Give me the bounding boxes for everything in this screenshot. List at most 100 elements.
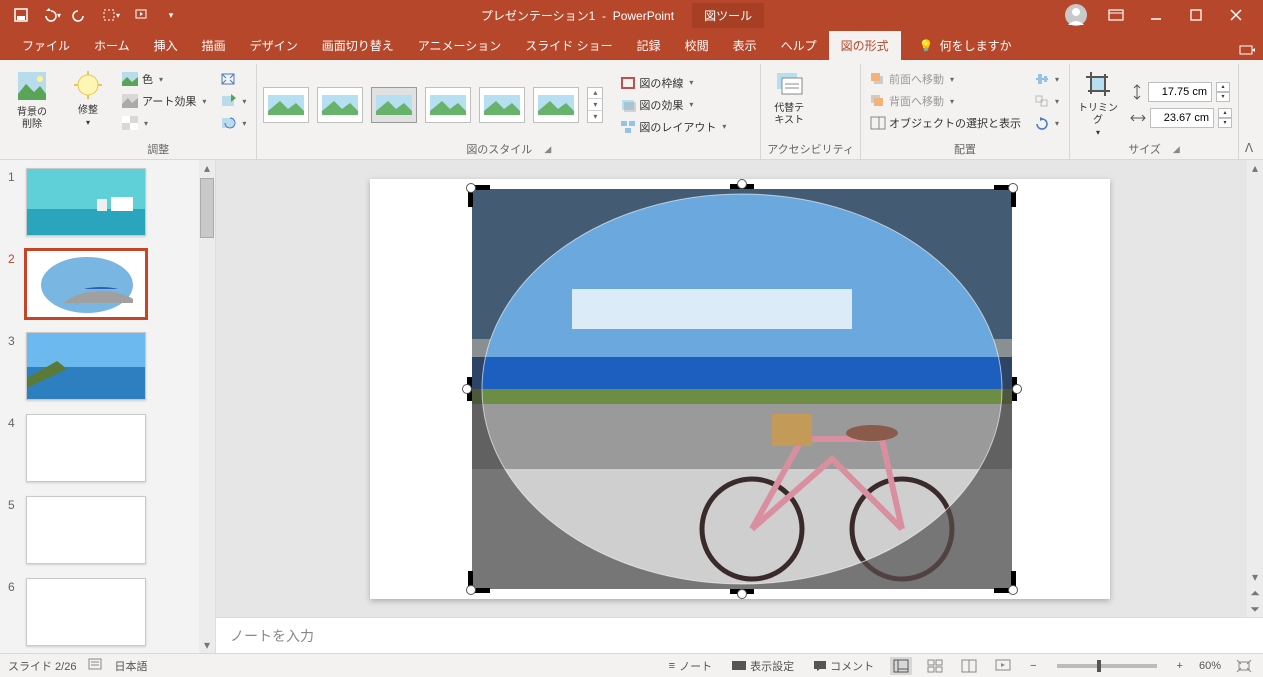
canvas-viewport[interactable]: ▴ ▾ ⏶ ⏷: [216, 160, 1263, 617]
height-down[interactable]: ▾: [1216, 92, 1230, 102]
picture-border-button[interactable]: 図の枠線▾: [617, 72, 730, 94]
corrections-button[interactable]: 修整▾: [66, 68, 110, 131]
editor-scrollbar[interactable]: ▴ ▾ ⏶ ⏷: [1247, 160, 1263, 617]
redo-button[interactable]: [70, 4, 92, 26]
height-field[interactable]: ▴▾: [1130, 82, 1232, 102]
tab-draw[interactable]: 描画: [190, 31, 238, 60]
tab-transition[interactable]: 画面切り替え: [310, 31, 406, 60]
notes-pane[interactable]: ノートを入力: [216, 617, 1263, 653]
prev-slide-button[interactable]: ⏶: [1247, 585, 1263, 601]
slide-canvas[interactable]: [370, 179, 1110, 599]
gallery-more[interactable]: ▾: [588, 111, 602, 122]
align-button[interactable]: ▾: [1031, 68, 1063, 90]
collapse-ribbon-button[interactable]: ᐱ: [1239, 64, 1259, 159]
tab-help[interactable]: ヘルプ: [769, 31, 829, 60]
view-slideshow-button[interactable]: [992, 657, 1014, 675]
style-preset-3[interactable]: [371, 87, 417, 123]
transparency-button[interactable]: ▾: [118, 112, 210, 134]
width-input[interactable]: [1150, 108, 1214, 128]
maximize-button[interactable]: [1183, 2, 1209, 28]
close-button[interactable]: [1223, 2, 1249, 28]
crop-button[interactable]: トリミング▾: [1076, 68, 1120, 141]
alt-text-button[interactable]: 代替テ キスト: [767, 68, 811, 129]
width-down[interactable]: ▾: [1218, 118, 1232, 128]
style-preset-6[interactable]: [533, 87, 579, 123]
tab-home[interactable]: ホーム: [82, 31, 142, 60]
minimize-button[interactable]: [1143, 2, 1169, 28]
tab-insert[interactable]: 挿入: [142, 31, 190, 60]
height-input[interactable]: [1148, 82, 1212, 102]
width-field[interactable]: ▴▾: [1130, 108, 1232, 128]
ribbon-display-button[interactable]: [1103, 2, 1129, 28]
styles-launcher[interactable]: ◢: [544, 144, 551, 155]
tell-me-search[interactable]: 💡 何をしますか: [907, 31, 1024, 60]
gallery-up[interactable]: ▴: [588, 88, 602, 100]
zoom-in-button[interactable]: +: [1173, 660, 1187, 672]
selection-pane-button[interactable]: オブジェクトの選択と表示: [867, 112, 1025, 134]
view-normal-button[interactable]: [890, 657, 912, 675]
slide-indicator[interactable]: スライド 2/26: [8, 658, 76, 674]
send-backward-button[interactable]: 背面へ移動▾: [867, 90, 1025, 112]
touch-mode-button[interactable]: ▾: [100, 4, 122, 26]
slide-thumb-2[interactable]: [26, 250, 146, 318]
next-slide-button[interactable]: ⏷: [1247, 601, 1263, 617]
zoom-knob[interactable]: [1097, 660, 1101, 672]
remove-background-button[interactable]: 背景の 削除: [10, 68, 54, 133]
slide-thumb-5[interactable]: [26, 496, 146, 564]
size-launcher[interactable]: ◢: [1173, 144, 1180, 155]
account-button[interactable]: [1063, 2, 1089, 28]
save-button[interactable]: [10, 4, 32, 26]
tab-animation[interactable]: アニメーション: [406, 31, 514, 60]
style-preset-4[interactable]: [425, 87, 471, 123]
zoom-label[interactable]: 60%: [1199, 660, 1221, 672]
rotate-button[interactable]: ▾: [1031, 112, 1063, 134]
undo-button[interactable]: ▾: [40, 4, 62, 26]
start-button[interactable]: [130, 4, 152, 26]
sel-handle-l[interactable]: [462, 384, 472, 394]
sel-handle-tl[interactable]: [466, 183, 476, 193]
view-reading-button[interactable]: [958, 657, 980, 675]
editor-scroll-down[interactable]: ▾: [1247, 569, 1263, 585]
qat-customize-button[interactable]: ▾: [160, 4, 182, 26]
compress-button[interactable]: [216, 68, 250, 90]
language-indicator[interactable]: 日本語: [114, 658, 147, 674]
group-button[interactable]: ▾: [1031, 90, 1063, 112]
slide-thumb-6[interactable]: [26, 578, 146, 646]
style-preset-1[interactable]: [263, 87, 309, 123]
spellcheck-icon[interactable]: [88, 658, 102, 673]
sel-handle-r[interactable]: [1012, 384, 1022, 394]
share-button[interactable]: [1231, 43, 1263, 60]
thumb-scroll-down[interactable]: ▾: [199, 637, 215, 653]
slide-thumb-3[interactable]: [26, 332, 146, 400]
width-up[interactable]: ▴: [1218, 108, 1232, 118]
picture-layout-button[interactable]: 図のレイアウト▾: [617, 116, 730, 138]
fit-window-button[interactable]: [1233, 657, 1255, 675]
zoom-out-button[interactable]: −: [1026, 660, 1040, 672]
style-preset-2[interactable]: [317, 87, 363, 123]
comments-button[interactable]: コメント: [810, 658, 878, 674]
bring-forward-button[interactable]: 前面へ移動▾: [867, 68, 1025, 90]
color-button[interactable]: 色▾: [118, 68, 210, 90]
slide-thumb-4[interactable]: [26, 414, 146, 482]
sel-handle-t[interactable]: [737, 179, 747, 189]
tab-view[interactable]: 表示: [721, 31, 769, 60]
thumb-scroll-handle[interactable]: [200, 178, 214, 238]
selected-picture[interactable]: [472, 189, 1012, 589]
sel-handle-br[interactable]: [1008, 585, 1018, 595]
picture-effects-button[interactable]: 図の効果▾: [617, 94, 730, 116]
gallery-down[interactable]: ▾: [588, 99, 602, 111]
artistic-effects-button[interactable]: アート効果▾: [118, 90, 210, 112]
slide-thumb-1[interactable]: [26, 168, 146, 236]
view-sorter-button[interactable]: [924, 657, 946, 675]
thumb-scrollbar[interactable]: ▴ ▾: [199, 160, 215, 653]
sel-handle-tr[interactable]: [1008, 183, 1018, 193]
tab-design[interactable]: デザイン: [238, 31, 310, 60]
height-up[interactable]: ▴: [1216, 82, 1230, 92]
tab-record[interactable]: 記録: [625, 31, 673, 60]
style-preset-5[interactable]: [479, 87, 525, 123]
tab-file[interactable]: ファイル: [10, 31, 82, 60]
tab-picture-format[interactable]: 図の形式: [829, 31, 901, 60]
sel-handle-b[interactable]: [737, 589, 747, 599]
sel-handle-bl[interactable]: [466, 585, 476, 595]
tab-slideshow[interactable]: スライド ショー: [513, 31, 624, 60]
